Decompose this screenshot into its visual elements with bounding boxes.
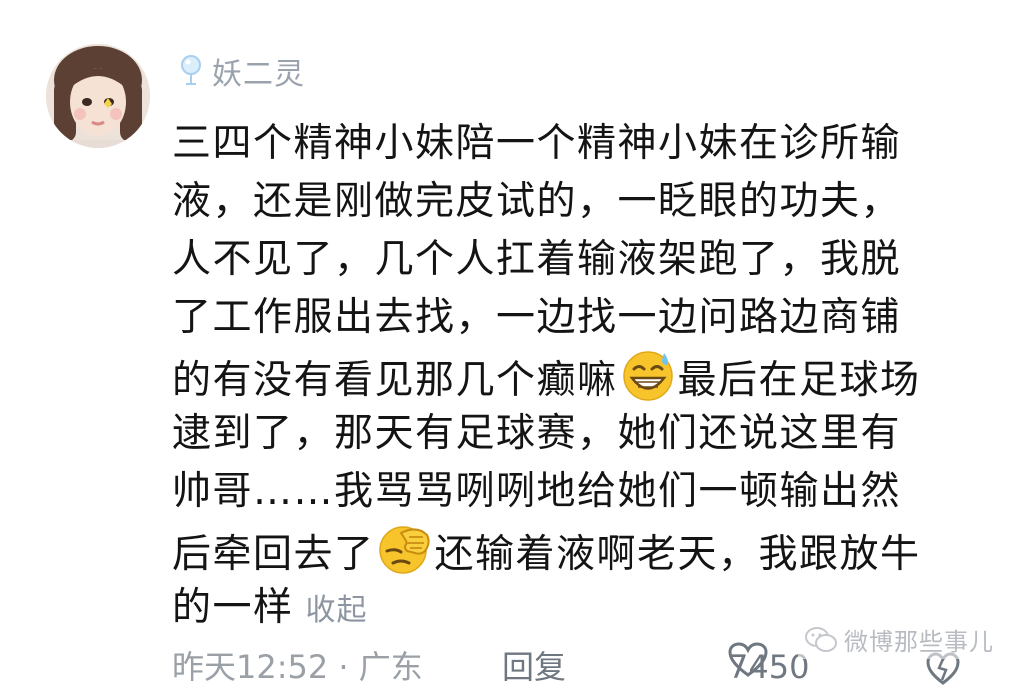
comment-line: 三四个精神小妹陪一个精神小妹在诊所输 bbox=[172, 121, 902, 166]
comment-line: 逮到了，那天有足球赛，她们还说这里有 bbox=[172, 411, 902, 456]
comment-line: 帅哥……我骂骂咧咧地给她们一顿输出然 bbox=[172, 469, 902, 514]
comment-text: 最后在足球场 bbox=[677, 358, 921, 403]
collapse-link[interactable]: 收起 bbox=[306, 593, 368, 628]
comment-body: 三四个精神小妹陪一个精神小妹在诊所输 液，还是刚做完皮试的，一眨眼的功夫， 人不… bbox=[172, 115, 972, 637]
like-button[interactable]: 7450 bbox=[728, 642, 809, 686]
avatar-image bbox=[46, 44, 150, 148]
comment-line: 液，还是刚做完皮试的，一眨眼的功夫， bbox=[172, 179, 902, 224]
username-row: 妖二灵 bbox=[178, 48, 305, 94]
watermark-text: 微博那些事儿 bbox=[844, 628, 994, 656]
reply-button[interactable]: 回复 bbox=[502, 642, 566, 688]
comment-text: 的有没有看见那几个癫嘛 bbox=[172, 358, 618, 403]
user-avatar[interactable] bbox=[46, 44, 150, 148]
comment-line: 人不见了，几个人扛着输液架跑了，我脱 bbox=[172, 237, 902, 282]
username[interactable]: 妖二灵 bbox=[212, 49, 305, 93]
comment-text: 还输着液啊老天，我跟放牛 bbox=[434, 532, 921, 577]
facepalm-emoji bbox=[378, 526, 430, 574]
watermark: 微博那些事儿 bbox=[798, 620, 1000, 659]
comment-timestamp: 昨天12:52 · 广东 bbox=[172, 648, 423, 686]
user-level-badge-icon bbox=[181, 55, 201, 85]
wechat-icon bbox=[805, 626, 837, 652]
comment-line: 后牵回去了 还输着液啊老天，我跟放牛 bbox=[172, 521, 972, 579]
comment-text: 的一样 bbox=[172, 585, 294, 630]
grinning-sweat-emoji bbox=[622, 351, 673, 401]
comment-line: 的有没有看见那几个癫嘛 最后在足球场 bbox=[172, 347, 972, 405]
comment-text: 后牵回去了 bbox=[172, 532, 375, 577]
comment-line: 了工作服出去找，一边找一边问路边商铺 bbox=[172, 295, 902, 340]
